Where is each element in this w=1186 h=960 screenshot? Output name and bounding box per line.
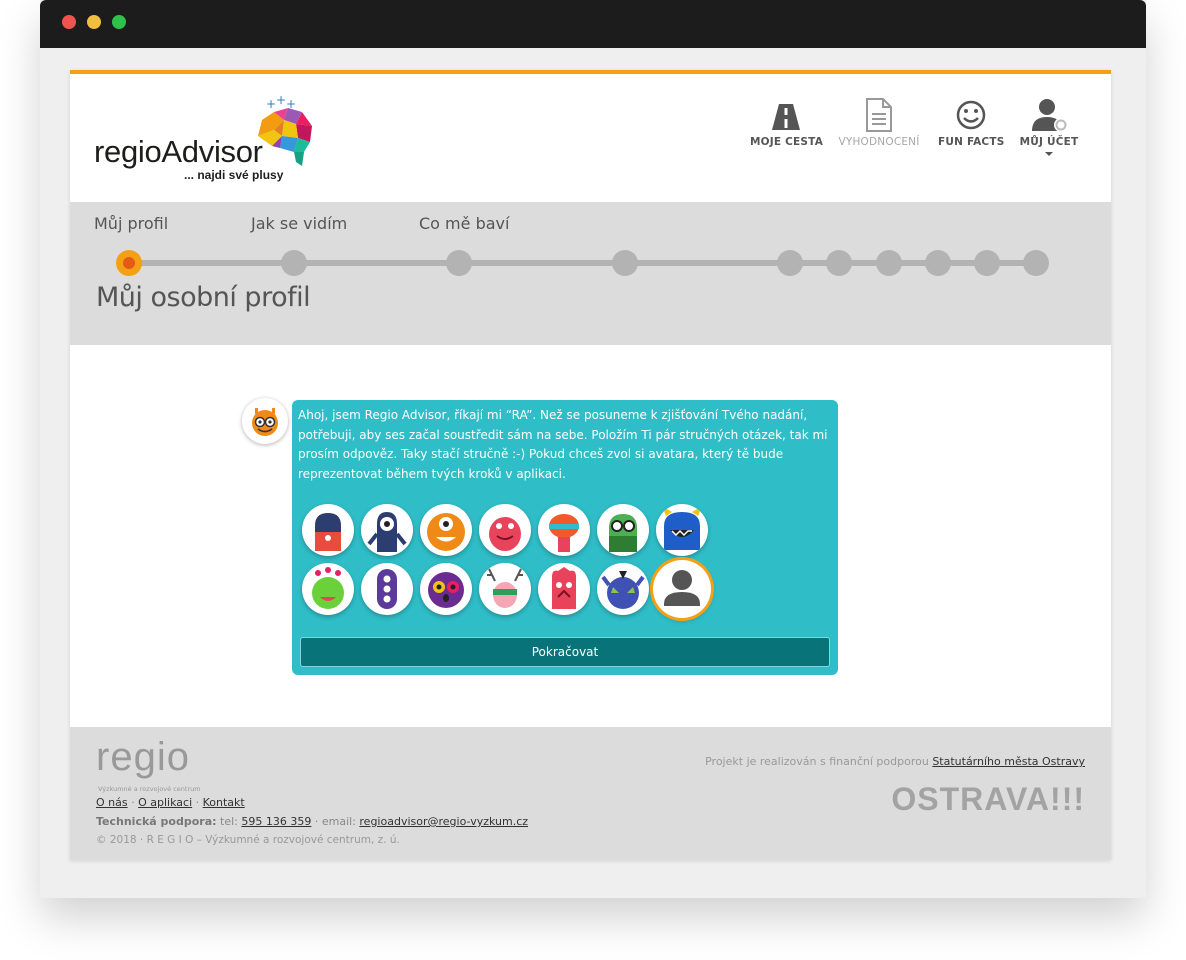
monster-avatar-icon — [312, 567, 344, 609]
separator: · — [195, 796, 200, 809]
support-info: Technická podpora: tel: 595 136 359 · em… — [96, 815, 528, 828]
monster-avatar-icon — [487, 568, 523, 608]
avatar-option-default-selected[interactable] — [653, 560, 711, 618]
nav-muj-ucet[interactable]: MŮJ ÚČET — [1016, 98, 1082, 158]
link-kontakt[interactable]: Kontakt — [203, 796, 245, 809]
regio-subtitle: Výzkumné a rozvojové centrum — [98, 785, 201, 793]
footer-links: O nás · O aplikaci · Kontakt — [96, 796, 245, 809]
progress-track — [128, 260, 1048, 266]
avatar-option-11[interactable] — [479, 563, 531, 615]
step-label-co-me-bavi: Co mě baví — [419, 214, 510, 233]
page-title: Můj osobní profil — [96, 282, 311, 313]
user-silhouette-icon — [664, 570, 700, 606]
intro-message: Ahoj, jsem Regio Advisor, říkají mi “RA”… — [298, 408, 828, 481]
monster-avatar-icon — [549, 514, 579, 552]
progress-steps: Můj profil Jak se vidím Co mě baví Můj o… — [70, 202, 1111, 345]
step-label-muj-profil: Můj profil — [94, 214, 169, 233]
regio-wordmark: regio — [96, 735, 190, 779]
svg-text:+: + — [266, 97, 276, 111]
step-label-jak-se-vidim: Jak se vidím — [251, 214, 348, 233]
monster-avatar-icon — [427, 513, 465, 551]
avatar-option-12[interactable] — [538, 563, 590, 615]
link-o-nas[interactable]: O nás — [96, 796, 128, 809]
step-node-4[interactable] — [612, 250, 638, 276]
monster-avatar-icon — [552, 567, 576, 609]
separator: · — [131, 796, 135, 809]
avatar-option-9[interactable] — [361, 563, 413, 615]
monster-avatar-icon — [377, 569, 397, 609]
avatar-option-5[interactable] — [538, 504, 590, 556]
step-node-6[interactable] — [826, 250, 852, 276]
nav-fun-facts[interactable]: FUN FACTS — [938, 98, 1004, 158]
monster-avatar-icon — [662, 506, 702, 550]
svg-text:+: + — [276, 96, 286, 107]
maximize-window-button[interactable] — [112, 15, 126, 29]
avatar-option-8[interactable] — [302, 563, 354, 615]
step-node-3[interactable] — [446, 250, 472, 276]
ostrava-logo[interactable]: OSTRAVA!!! — [891, 781, 1085, 818]
monster-avatar-icon — [489, 517, 521, 551]
logo-tagline: ... najdi své plusy — [184, 168, 284, 182]
avatar-option-1[interactable] — [302, 504, 354, 556]
nav-label: MŮJ ÚČET — [1019, 136, 1079, 148]
regio-logo[interactable]: regio Výzkumné a rozvojové centrum — [96, 735, 201, 793]
road-icon — [772, 104, 800, 130]
regioadvisor-logo[interactable]: + + + regioAdvisor ... najdi své plusy — [94, 94, 324, 189]
app-page: + + + regioAdvisor ... najdi své plusy M… — [70, 70, 1111, 860]
nav-moje-cesta[interactable]: MOJE CESTA — [750, 98, 824, 158]
browser-window: + + + regioAdvisor ... najdi své plusy M… — [40, 0, 1146, 898]
smiley-icon — [956, 100, 986, 130]
nav-label: FUN FACTS — [938, 136, 1005, 148]
step-node-2[interactable] — [281, 250, 307, 276]
step-node-7[interactable] — [876, 250, 902, 276]
email-label: · email: — [314, 815, 356, 828]
avatar-option-6[interactable] — [597, 504, 649, 556]
step-node-1[interactable] — [116, 250, 142, 276]
avatar-option-2[interactable] — [361, 504, 413, 556]
step-node-9[interactable] — [974, 250, 1000, 276]
minimize-window-button[interactable] — [87, 15, 101, 29]
support-label: Technická podpora: — [96, 815, 217, 828]
phone-link[interactable]: 595 136 359 — [241, 815, 311, 828]
copyright: © 2018 · R E G I O – Výzkumné a rozvojov… — [96, 834, 400, 846]
user-settings-icon — [1032, 99, 1068, 132]
monster-avatar-icon — [609, 514, 637, 552]
ostrava-city-link[interactable]: Statutárního města Ostravy — [932, 755, 1085, 768]
nav-vyhodnoceni[interactable]: VYHODNOCENÍ — [836, 98, 922, 158]
ra-mascot-avatar — [242, 398, 288, 444]
intro-card: Ahoj, jsem Regio Advisor, říkají mi “RA”… — [292, 400, 838, 675]
step-node-10[interactable] — [1023, 250, 1049, 276]
window-titlebar — [40, 0, 1146, 48]
tel-label: tel: — [220, 815, 238, 828]
avatar-option-4[interactable] — [479, 504, 531, 556]
accent-bar — [70, 70, 1111, 74]
monster-avatar-icon — [428, 572, 464, 608]
project-text: Projekt je realizován s finanční podporo… — [705, 755, 929, 768]
close-window-button[interactable] — [62, 15, 76, 29]
monster-avatar-icon — [601, 571, 645, 609]
monster-avatar-icon — [315, 513, 341, 551]
footer: regio Výzkumné a rozvojové centrum O nás… — [70, 727, 1111, 860]
email-link[interactable]: regioadvisor@regio-vyzkum.cz — [359, 815, 528, 828]
step-node-5[interactable] — [777, 250, 803, 276]
nav-label: VYHODNOCENÍ — [838, 136, 920, 148]
ra-monster-icon — [252, 408, 278, 436]
avatar-option-7[interactable] — [656, 504, 708, 556]
chevron-down-icon — [1045, 152, 1053, 156]
avatar-option-13[interactable] — [597, 563, 649, 615]
continue-button[interactable]: Pokračovat — [300, 637, 830, 667]
document-icon — [866, 98, 892, 132]
logo-wordmark: regioAdvisor — [94, 134, 263, 169]
step-node-8[interactable] — [925, 250, 951, 276]
nav-label: MOJE CESTA — [750, 136, 824, 148]
project-funding-note: Projekt je realizován s finanční podporo… — [705, 755, 1085, 768]
avatar-option-10[interactable] — [420, 563, 472, 615]
link-o-aplikaci[interactable]: O aplikaci — [138, 796, 192, 809]
avatar-option-3[interactable] — [420, 504, 472, 556]
monster-avatar-icon — [367, 512, 407, 552]
